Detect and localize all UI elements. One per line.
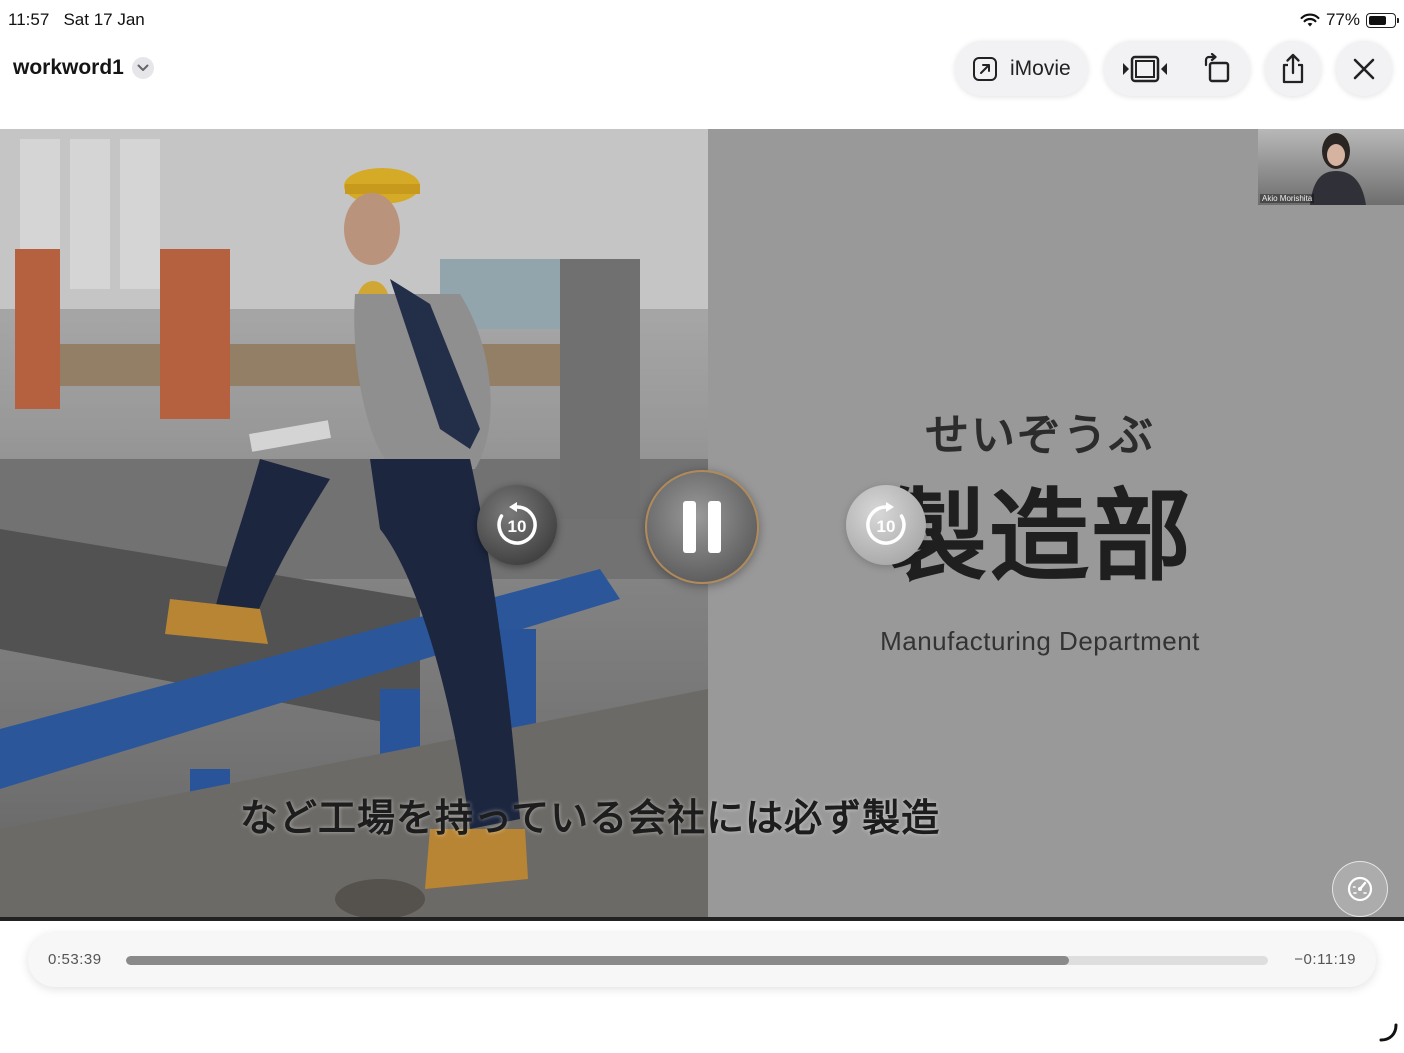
battery-icon — [1366, 12, 1399, 28]
skip-back-10-icon: 10 — [497, 502, 537, 545]
playback-speed-button[interactable] — [1332, 861, 1388, 917]
slide-kanji-title: 製造部 — [887, 481, 1193, 593]
close-button[interactable] — [1336, 41, 1392, 96]
share-button[interactable] — [1265, 41, 1321, 96]
chevron-down-icon — [137, 64, 149, 71]
edit-tools-group — [1104, 41, 1250, 96]
skip-forward-label: 10 — [877, 517, 896, 536]
share-out-icon — [973, 56, 997, 81]
resize-corner-icon — [1379, 1023, 1398, 1042]
speedometer-icon — [1347, 876, 1373, 902]
rotate-icon[interactable] — [1202, 52, 1234, 85]
close-icon — [1353, 58, 1375, 79]
imovie-label: iMovie — [1010, 56, 1071, 80]
document-title[interactable]: workword1 — [13, 56, 124, 80]
skip-forward-10-icon: 10 — [866, 502, 906, 545]
battery-percent: 77% — [1325, 10, 1360, 29]
presenter-thumbnail: Akio Morishita — [1258, 129, 1404, 205]
progress-track[interactable] — [126, 956, 1268, 965]
pause-button[interactable] — [645, 470, 759, 584]
status-time-date: 11:57 Sat 17 Jan — [8, 10, 145, 30]
wifi-icon — [1300, 13, 1320, 26]
slide-english-caption: Manufacturing Department — [880, 626, 1200, 656]
presenter-name-tag: Akio Morishita — [1260, 194, 1315, 203]
playback-scrubber: 0:53:39 −0:11:19 — [28, 933, 1376, 987]
remaining-time: −0:11:19 — [1294, 951, 1356, 968]
share-icon — [1282, 53, 1304, 83]
pause-icon — [683, 501, 721, 553]
skip-back-10-button[interactable]: 10 — [477, 485, 557, 565]
status-indicators: 77% — [1300, 9, 1399, 31]
open-in-imovie-button[interactable]: iMovie — [955, 41, 1088, 96]
video-player[interactable]: せいぞうぶ 製造部 Manufacturing Department など工場を… — [0, 129, 1404, 921]
skip-forward-10-button[interactable]: 10 — [846, 485, 926, 565]
status-bar: 11:57 Sat 17 Jan 77% — [0, 0, 1404, 40]
trim-icon[interactable] — [1121, 54, 1169, 84]
video-subtitle: など工場を持っている会社には必ず製造 — [240, 798, 941, 840]
video-bottom-edge — [0, 917, 1404, 921]
title-menu-button[interactable] — [132, 57, 154, 79]
status-date: Sat 17 Jan — [63, 10, 145, 29]
status-time: 11:57 — [8, 10, 50, 29]
elapsed-time: 0:53:39 — [48, 951, 102, 968]
skip-back-label: 10 — [508, 517, 527, 536]
slide-kana-reading: せいぞうぶ — [925, 411, 1155, 460]
progress-fill — [126, 956, 1070, 965]
